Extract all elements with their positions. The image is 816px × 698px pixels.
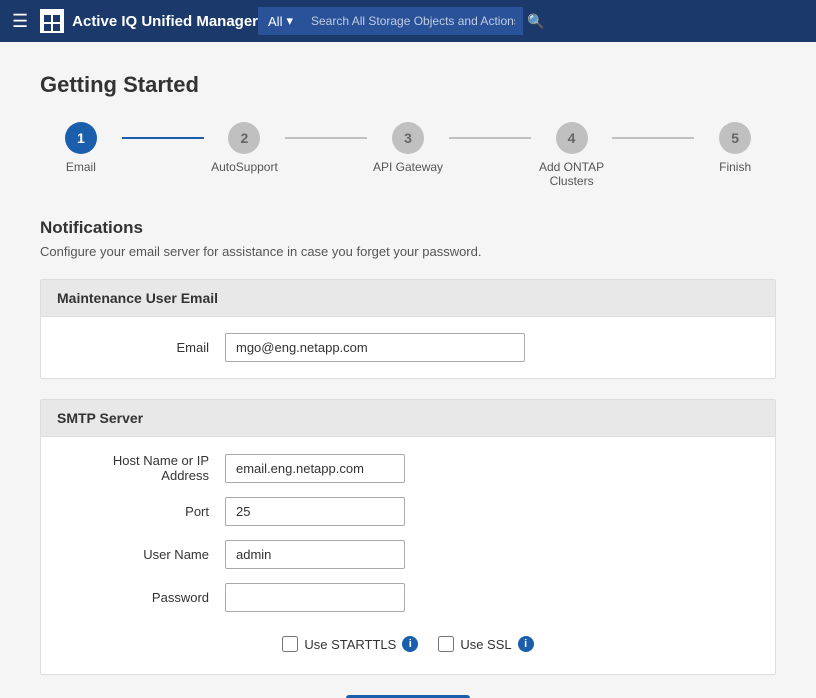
step-4-circle: 4 [556, 122, 588, 154]
starttls-checkbox[interactable] [282, 636, 298, 652]
notifications-title: Notifications [40, 218, 776, 238]
step-line-1 [122, 137, 204, 139]
username-row: User Name [65, 540, 751, 569]
step-5-circle: 5 [719, 122, 751, 154]
password-row: Password [65, 583, 751, 612]
app-logo: Active IQ Unified Manager [40, 9, 258, 33]
all-dropdown[interactable]: All ▾ [258, 7, 303, 35]
step-4: 4 Add ONTAP Clusters [531, 122, 613, 188]
step-1-circle: 1 [65, 122, 97, 154]
step-3: 3 API Gateway [367, 122, 449, 174]
step-1: 1 Email [40, 122, 122, 174]
search-icon: 🔍 [527, 13, 544, 30]
host-row: Host Name or IP Address [65, 453, 751, 483]
maintenance-email-body: Email [41, 317, 775, 378]
email-input[interactable] [225, 333, 525, 362]
step-3-label: API Gateway [373, 160, 443, 174]
notifications-desc: Configure your email server for assistan… [40, 244, 776, 259]
step-line-2 [285, 137, 367, 139]
ssl-item: Use SSL i [438, 636, 533, 652]
logo-icon [40, 9, 64, 33]
stepper: 1 Email 2 AutoSupport 3 API Gateway 4 Ad… [40, 122, 776, 188]
host-label: Host Name or IP Address [65, 453, 225, 483]
port-input[interactable] [225, 497, 405, 526]
step-1-label: Email [66, 160, 96, 174]
step-2: 2 AutoSupport [204, 122, 286, 174]
search-area: All ▾ 🔍 [258, 7, 544, 35]
starttls-item: Use STARTTLS i [282, 636, 418, 652]
page-title: Getting Started [40, 72, 776, 98]
host-input[interactable] [225, 454, 405, 483]
step-3-circle: 3 [392, 122, 424, 154]
step-4-label: Add ONTAP Clusters [531, 160, 613, 188]
step-line-3 [449, 137, 531, 139]
maintenance-email-section: Maintenance User Email Email [40, 279, 776, 379]
search-input[interactable] [303, 7, 523, 35]
main-content: Getting Started 1 Email 2 AutoSupport 3 … [0, 42, 816, 698]
port-label: Port [65, 504, 225, 519]
ssl-label: Use SSL [460, 637, 511, 652]
maintenance-email-header: Maintenance User Email [41, 280, 775, 317]
checkbox-row: Use STARTTLS i Use SSL i [65, 626, 751, 658]
smtp-server-body: Host Name or IP Address Port User Name P… [41, 437, 775, 674]
step-line-4 [612, 137, 694, 139]
step-5-label: Finish [719, 160, 751, 174]
username-label: User Name [65, 547, 225, 562]
smtp-server-header: SMTP Server [41, 400, 775, 437]
email-label: Email [65, 340, 225, 355]
ssl-info-icon[interactable]: i [518, 636, 534, 652]
starttls-label: Use STARTTLS [304, 637, 396, 652]
port-row: Port [65, 497, 751, 526]
password-input[interactable] [225, 583, 405, 612]
app-title: Active IQ Unified Manager [72, 13, 258, 30]
step-5: 5 Finish [694, 122, 776, 174]
header: ☰ Active IQ Unified Manager All ▾ 🔍 [0, 0, 816, 42]
step-2-circle: 2 [228, 122, 260, 154]
password-label: Password [65, 590, 225, 605]
starttls-info-icon[interactable]: i [402, 636, 418, 652]
step-2-label: AutoSupport [211, 160, 278, 174]
hamburger-menu[interactable]: ☰ [12, 11, 28, 32]
username-input[interactable] [225, 540, 405, 569]
ssl-checkbox[interactable] [438, 636, 454, 652]
email-row: Email [65, 333, 751, 362]
smtp-server-section: SMTP Server Host Name or IP Address Port… [40, 399, 776, 675]
